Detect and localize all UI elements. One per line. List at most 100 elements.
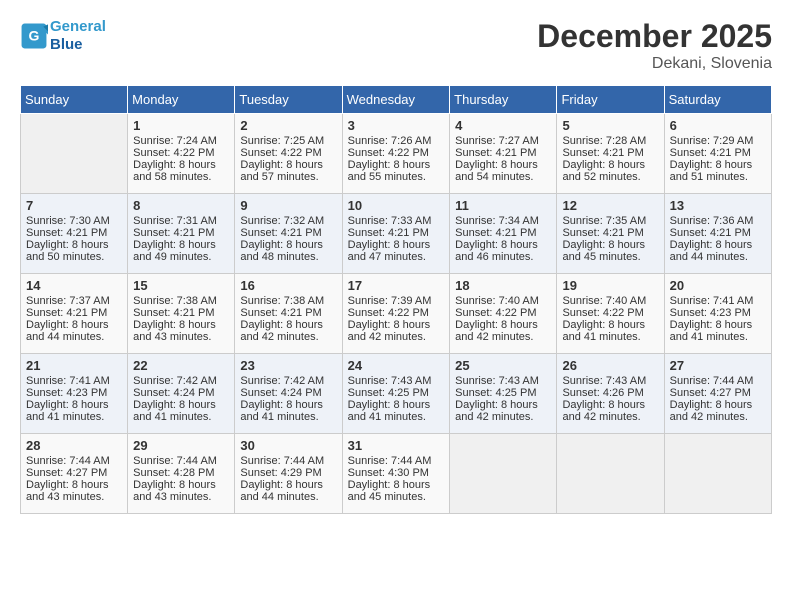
day-number: 9 [240,198,336,213]
cell-info-line: Sunset: 4:21 PM [670,147,766,159]
cell-info-line: and 43 minutes. [26,491,122,503]
cell-info-line: and 42 minutes. [240,331,336,343]
location: Dekani, Slovenia [537,55,772,73]
cell-info-line: and 41 minutes. [562,331,658,343]
cell-info-line: Daylight: 8 hours [455,159,551,171]
cell-info-line: Sunrise: 7:31 AM [133,215,229,227]
cell-info-line: and 57 minutes. [240,171,336,183]
cell-info-line: Sunrise: 7:29 AM [670,135,766,147]
cell-info-line: and 42 minutes. [455,331,551,343]
calendar-cell: 17Sunrise: 7:39 AMSunset: 4:22 PMDayligh… [342,274,450,354]
cell-info-line: Daylight: 8 hours [562,399,658,411]
calendar-cell: 27Sunrise: 7:44 AMSunset: 4:27 PMDayligh… [664,354,771,434]
weekday-tuesday: Tuesday [235,86,342,114]
day-number: 4 [455,118,551,133]
cell-info-line: Sunset: 4:25 PM [455,387,551,399]
cell-info-line: and 42 minutes. [670,411,766,423]
cell-info-line: Sunset: 4:24 PM [240,387,336,399]
cell-info-line: Daylight: 8 hours [348,399,445,411]
cell-info-line: Sunset: 4:24 PM [133,387,229,399]
cell-info-line: and 41 minutes. [348,411,445,423]
calendar-cell: 13Sunrise: 7:36 AMSunset: 4:21 PMDayligh… [664,194,771,274]
cell-info-line: Daylight: 8 hours [26,399,122,411]
cell-info-line: Sunrise: 7:39 AM [348,295,445,307]
day-number: 7 [26,198,122,213]
cell-info-line: Daylight: 8 hours [455,399,551,411]
day-number: 6 [670,118,766,133]
day-number: 28 [26,438,122,453]
cell-info-line: Sunset: 4:21 PM [26,307,122,319]
cell-info-line: Daylight: 8 hours [348,479,445,491]
calendar-cell [664,434,771,514]
cell-info-line: Daylight: 8 hours [562,239,658,251]
cell-info-line: Sunset: 4:21 PM [670,227,766,239]
cell-info-line: and 46 minutes. [455,251,551,263]
cell-info-line: Sunset: 4:21 PM [133,307,229,319]
day-number: 17 [348,278,445,293]
cell-info-line: Sunset: 4:21 PM [455,227,551,239]
calendar-cell: 28Sunrise: 7:44 AMSunset: 4:27 PMDayligh… [21,434,128,514]
cell-info-line: Sunset: 4:28 PM [133,467,229,479]
cell-info-line: Daylight: 8 hours [348,239,445,251]
weekday-sunday: Sunday [21,86,128,114]
cell-info-line: Sunrise: 7:24 AM [133,135,229,147]
calendar-week-2: 14Sunrise: 7:37 AMSunset: 4:21 PMDayligh… [21,274,772,354]
cell-info-line: Sunrise: 7:40 AM [562,295,658,307]
svg-text:G: G [29,28,40,44]
cell-info-line: Sunset: 4:21 PM [455,147,551,159]
calendar-cell: 11Sunrise: 7:34 AMSunset: 4:21 PMDayligh… [450,194,557,274]
cell-info-line: and 42 minutes. [562,411,658,423]
calendar-week-0: 1Sunrise: 7:24 AMSunset: 4:22 PMDaylight… [21,114,772,194]
calendar-table: SundayMondayTuesdayWednesdayThursdayFrid… [20,85,772,514]
calendar-cell [21,114,128,194]
cell-info-line: Sunset: 4:22 PM [348,307,445,319]
cell-info-line: Sunrise: 7:38 AM [240,295,336,307]
day-number: 1 [133,118,229,133]
cell-info-line: Daylight: 8 hours [240,239,336,251]
cell-info-line: Daylight: 8 hours [133,399,229,411]
cell-info-line: Sunrise: 7:44 AM [670,375,766,387]
cell-info-line: and 41 minutes. [133,411,229,423]
weekday-wednesday: Wednesday [342,86,450,114]
calendar-body: 1 Sunrise: 7:24 AM Sunset: 4:22 PM Daylight… [21,114,772,514]
cell-info-line: Sunrise: 7:44 AM [348,455,445,467]
cell-info-line: Sunrise: 7:26 AM [348,135,445,147]
month-title: December 2025 [537,18,772,55]
cell-info-line: Sunrise: 7:25 AM [240,135,336,147]
day-number: 23 [240,358,336,373]
logo-icon: G [20,22,48,50]
cell-info-line: Daylight: 8 hours [240,159,336,171]
calendar-cell: 31Sunrise: 7:44 AMSunset: 4:30 PMDayligh… [342,434,450,514]
day-number: 18 [455,278,551,293]
cell-info-line: and 54 minutes. [455,171,551,183]
calendar-cell: 5Sunrise: 7:28 AMSunset: 4:21 PMDaylight… [557,114,664,194]
cell-info-line: Sunrise: 7:43 AM [348,375,445,387]
calendar-cell: 6Sunrise: 7:29 AMSunset: 4:21 PMDaylight… [664,114,771,194]
day-number: 13 [670,198,766,213]
cell-info-line: Sunrise: 7:35 AM [562,215,658,227]
cell-info-line: Sunrise: 7:38 AM [133,295,229,307]
cell-info-line: Sunset: 4:23 PM [26,387,122,399]
cell-info-line: Daylight: 8 hours [240,479,336,491]
cell-info-line: Sunset: 4:21 PM [133,227,229,239]
cell-info-line: and 51 minutes. [670,171,766,183]
cell-info-line: and 44 minutes. [26,331,122,343]
calendar-cell: 8Sunrise: 7:31 AMSunset: 4:21 PMDaylight… [128,194,235,274]
calendar-cell: 7Sunrise: 7:30 AMSunset: 4:21 PMDaylight… [21,194,128,274]
cell-info-line: Daylight: 8 hours [240,319,336,331]
cell-info-line: Sunrise: 7:32 AM [240,215,336,227]
day-number: 15 [133,278,229,293]
cell-info-line: Sunrise: 7:37 AM [26,295,122,307]
cell-info-line: and 42 minutes. [455,411,551,423]
cell-info-line: Daylight: 8 hours [133,239,229,251]
main-container: G General Blue December 2025 Dekani, Slo… [0,0,792,524]
cell-info-line: Daylight: 8 hours [670,399,766,411]
calendar-cell: 21Sunrise: 7:41 AMSunset: 4:23 PMDayligh… [21,354,128,434]
weekday-header-row: SundayMondayTuesdayWednesdayThursdayFrid… [21,86,772,114]
day-number: 22 [133,358,229,373]
header: G General Blue December 2025 Dekani, Slo… [20,18,772,73]
cell-info-line: and 47 minutes. [348,251,445,263]
calendar-cell: 2Sunrise: 7:25 AMSunset: 4:22 PMDaylight… [235,114,342,194]
calendar-cell [450,434,557,514]
logo-line2: Blue [50,36,106,54]
